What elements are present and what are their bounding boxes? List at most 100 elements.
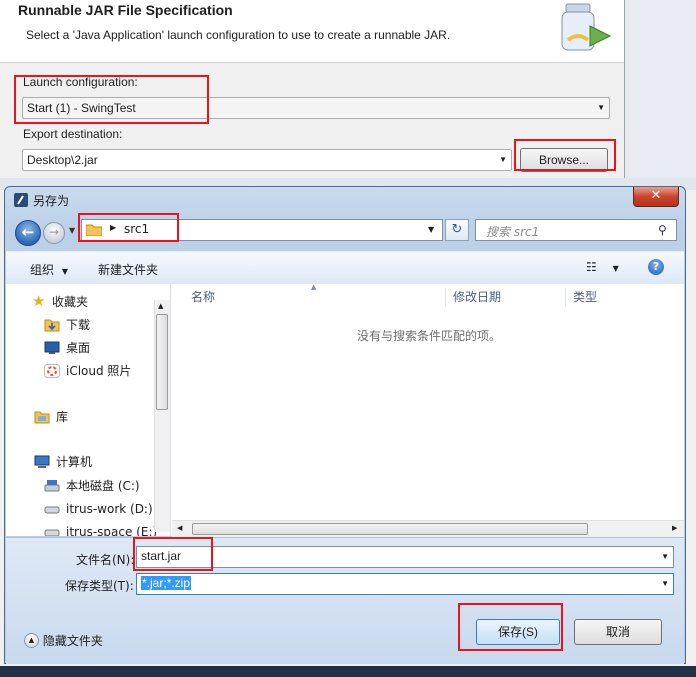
nav-item-label: iCloud 照片: [66, 364, 132, 378]
nav-drive-e[interactable]: itrus-space (E:): [44, 521, 157, 536]
horizontal-scrollbar-thumb[interactable]: [192, 523, 588, 535]
new-folder-button[interactable]: 新建文件夹: [98, 261, 158, 278]
help-icon[interactable]: ?: [648, 259, 664, 275]
refresh-icon: ↻: [451, 222, 463, 237]
jar-icon: [561, 3, 612, 51]
nav-item-label: 下载: [66, 318, 91, 332]
filename-value: start.jar: [141, 549, 182, 563]
drive-icon: [44, 529, 60, 536]
scroll-right-icon[interactable]: ▶: [672, 524, 677, 532]
chevron-down-icon: ▼: [612, 264, 619, 273]
nav-drive-c[interactable]: 本地磁盘 (C:): [44, 475, 140, 497]
wizard-header: Runnable JAR File Specification Select a…: [0, 0, 624, 63]
chevron-down-icon: ▼: [61, 267, 68, 276]
taskbar: [0, 666, 696, 677]
wizard-title: Runnable JAR File Specification: [18, 2, 233, 18]
icloud-photos-icon: [44, 364, 60, 378]
library-icon: [34, 411, 50, 424]
forward-button[interactable]: →: [43, 222, 65, 244]
chevron-down-icon: ▼: [661, 579, 669, 588]
column-header-type[interactable]: 类型: [573, 284, 597, 308]
back-button[interactable]: ←: [15, 220, 41, 246]
command-bar: 组织 ▼ 新建文件夹 ☷ ▼ ?: [6, 251, 684, 285]
nav-favorites[interactable]: ★ 收藏夹: [32, 291, 89, 313]
background-window-edge: [625, 0, 696, 186]
navigation-pane: ★ 收藏夹 下载 桌面 iCloud 照片 库 计算机 本地磁盘 (C:) it…: [6, 284, 171, 536]
desktop-icon: [44, 341, 60, 354]
dialog-title: 另存为: [33, 194, 70, 208]
wizard-window: Runnable JAR File Specification Select a…: [0, 0, 625, 190]
cancel-button[interactable]: 取消: [574, 619, 662, 645]
nav-library-label: 库: [56, 410, 69, 424]
wizard-description: Select a 'Java Application' launch confi…: [26, 28, 451, 42]
chevron-down-icon[interactable]: ▼: [661, 552, 669, 561]
search-placeholder: 搜索 src1: [486, 225, 540, 239]
nav-scrollbar[interactable]: ▲: [154, 300, 170, 532]
arrow-right-icon: →: [48, 225, 60, 239]
hide-folders-toggle[interactable]: ▲ 隐藏文件夹: [24, 632, 103, 649]
nav-item-label: 桌面: [66, 341, 91, 355]
view-options-button[interactable]: ☷ ▼: [586, 260, 619, 274]
launch-config-value: Start (1) - SwingTest: [27, 101, 136, 115]
chevron-down-icon[interactable]: ▼: [428, 225, 434, 234]
filetype-select[interactable]: *.jar;*.zip ▼: [136, 573, 674, 595]
filetype-value: *.jar;*.zip: [141, 576, 192, 590]
refresh-button[interactable]: ↻: [445, 219, 469, 241]
star-icon: ★: [32, 292, 46, 310]
nav-item-label: itrus-work (D:): [66, 502, 153, 516]
horizontal-scrollbar[interactable]: ◀ ▶: [172, 520, 684, 537]
nav-drive-d[interactable]: itrus-work (D:): [44, 498, 153, 520]
filename-label: 文件名(N):: [76, 553, 135, 567]
column-header-date[interactable]: 修改日期: [453, 284, 501, 308]
export-destination-label: Export destination:: [23, 127, 123, 141]
nav-item-label: itrus-space (E:): [66, 525, 158, 536]
launch-config-label: Launch configuration:: [23, 75, 138, 89]
browse-button[interactable]: Browse...: [520, 148, 608, 172]
breadcrumb-current[interactable]: src1: [124, 222, 149, 236]
chevron-down-icon: ▼: [499, 155, 507, 164]
file-list-pane: 名称 ▲ 修改日期 类型 没有与搜索条件匹配的项。 ◀ ▶: [171, 283, 684, 537]
save-button[interactable]: 保存(S): [476, 619, 560, 645]
organize-menu[interactable]: 组织 ▼: [30, 261, 68, 278]
search-icon[interactable]: ⚲: [658, 223, 667, 237]
hide-folders-label: 隐藏文件夹: [42, 634, 103, 648]
search-input[interactable]: 搜索 src1 ⚲: [475, 219, 677, 241]
folder-icon: [86, 224, 102, 236]
history-dropdown-icon[interactable]: ▼: [69, 226, 75, 235]
app-icon: [14, 193, 28, 207]
sort-indicator-icon: ▲: [311, 283, 317, 291]
nav-computer-label: 计算机: [56, 455, 93, 469]
scroll-up-icon[interactable]: ▲: [158, 302, 163, 310]
launch-config-select[interactable]: Start (1) - SwingTest ▼: [22, 97, 610, 119]
scroll-left-icon[interactable]: ◀: [177, 524, 182, 532]
export-destination-combo[interactable]: Desktop\2.jar ▼: [22, 149, 512, 171]
nav-scrollbar-thumb[interactable]: [156, 314, 168, 410]
collapse-up-icon: ▲: [24, 633, 39, 648]
nav-item-icloud-photos[interactable]: iCloud 照片: [44, 360, 131, 382]
column-divider: [565, 288, 566, 306]
export-destination-value: Desktop\2.jar: [27, 153, 98, 167]
empty-message: 没有与搜索条件匹配的项。: [357, 329, 502, 343]
nav-library[interactable]: 库: [34, 406, 68, 428]
save-as-dialog: 另存为 ✕ ← → ▼ ▶ src1 ▼ ↻ 搜索 src1 ⚲ 组织 ▼ 新建…: [4, 186, 686, 664]
address-bar[interactable]: ▶ src1 ▼: [81, 219, 443, 241]
column-header-name[interactable]: 名称: [191, 284, 215, 308]
organize-label: 组织: [30, 263, 55, 277]
nav-item-desktop[interactable]: 桌面: [44, 337, 90, 359]
downloads-folder-icon: [44, 319, 60, 332]
nav-computer[interactable]: 计算机: [34, 451, 92, 473]
filetype-label: 保存类型(T):: [65, 579, 134, 593]
arrow-left-icon: ←: [21, 223, 35, 241]
breadcrumb-separator-icon[interactable]: ▶: [110, 223, 116, 232]
filename-input[interactable]: start.jar ▼: [136, 546, 674, 568]
nav-favorites-label: 收藏夹: [52, 295, 89, 309]
nav-item-downloads[interactable]: 下载: [44, 314, 90, 336]
nav-item-label: 本地磁盘 (C:): [66, 479, 140, 493]
close-button[interactable]: ✕: [633, 187, 679, 207]
drive-icon: [44, 506, 60, 514]
system-drive-icon: [44, 480, 60, 492]
computer-icon: [34, 455, 50, 468]
chevron-down-icon: ▼: [597, 103, 605, 112]
wizard-body: Launch configuration: Start (1) - SwingT…: [0, 63, 624, 190]
view-list-icon: ☷: [586, 260, 597, 274]
